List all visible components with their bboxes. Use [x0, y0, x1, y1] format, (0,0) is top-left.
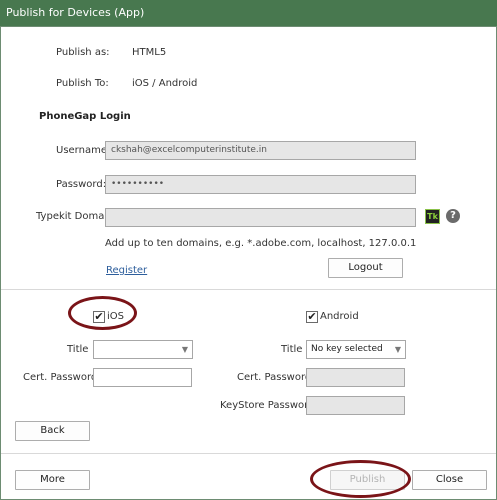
- phonegap-login-heading: PhoneGap Login: [39, 111, 131, 122]
- ios-cert-password-field[interactable]: [93, 368, 192, 387]
- publish-as-label: Publish as:: [56, 47, 110, 58]
- android-cert-password-field[interactable]: [306, 368, 405, 387]
- ios-cert-password-label: Cert. Password: [23, 372, 98, 383]
- publish-as-value: HTML5: [132, 47, 167, 58]
- logout-button[interactable]: Logout: [328, 258, 403, 278]
- back-button[interactable]: Back: [15, 421, 90, 441]
- android-checkbox[interactable]: ✔: [306, 311, 318, 323]
- publish-to-label: Publish To:: [56, 78, 109, 89]
- section-divider: [1, 289, 496, 290]
- typekit-domains-field[interactable]: [105, 208, 416, 227]
- publish-annotation-ring: [310, 460, 411, 498]
- android-keystore-password-field[interactable]: [306, 396, 405, 415]
- android-label[interactable]: Android: [320, 311, 359, 322]
- username-label: Username:: [56, 145, 111, 156]
- dialog-body: Publish as: HTML5 Publish To: iOS / Andr…: [0, 26, 497, 500]
- footer-divider: [1, 453, 496, 454]
- register-link[interactable]: Register: [106, 265, 147, 276]
- more-button[interactable]: More: [15, 470, 90, 490]
- publish-to-value: iOS / Android: [132, 78, 198, 89]
- ios-annotation-ring: [68, 296, 137, 330]
- android-keystore-password-label: KeyStore Password: [220, 400, 315, 411]
- close-button[interactable]: Close: [412, 470, 487, 490]
- ios-title-label: Title: [67, 344, 89, 355]
- chevron-down-icon: ▼: [394, 345, 401, 354]
- android-title-value: No key selected: [311, 344, 383, 354]
- password-label: Password:: [56, 179, 107, 190]
- help-icon[interactable]: ?: [446, 209, 460, 223]
- password-field[interactable]: ••••••••••: [105, 175, 416, 194]
- window-titlebar: Publish for Devices (App): [0, 0, 497, 26]
- typekit-icon[interactable]: Tk: [425, 209, 440, 224]
- username-field[interactable]: ckshah@excelcomputerinstitute.in: [105, 141, 416, 160]
- chevron-down-icon: ▼: [181, 345, 188, 354]
- ios-title-select[interactable]: ▼: [93, 340, 193, 359]
- window-title: Publish for Devices (App): [6, 6, 145, 19]
- android-title-select[interactable]: No key selected ▼: [306, 340, 406, 359]
- typekit-hint: Add up to ten domains, e.g. *.adobe.com,…: [105, 238, 417, 249]
- android-title-label: Title: [281, 344, 303, 355]
- android-cert-password-label: Cert. Password: [237, 372, 312, 383]
